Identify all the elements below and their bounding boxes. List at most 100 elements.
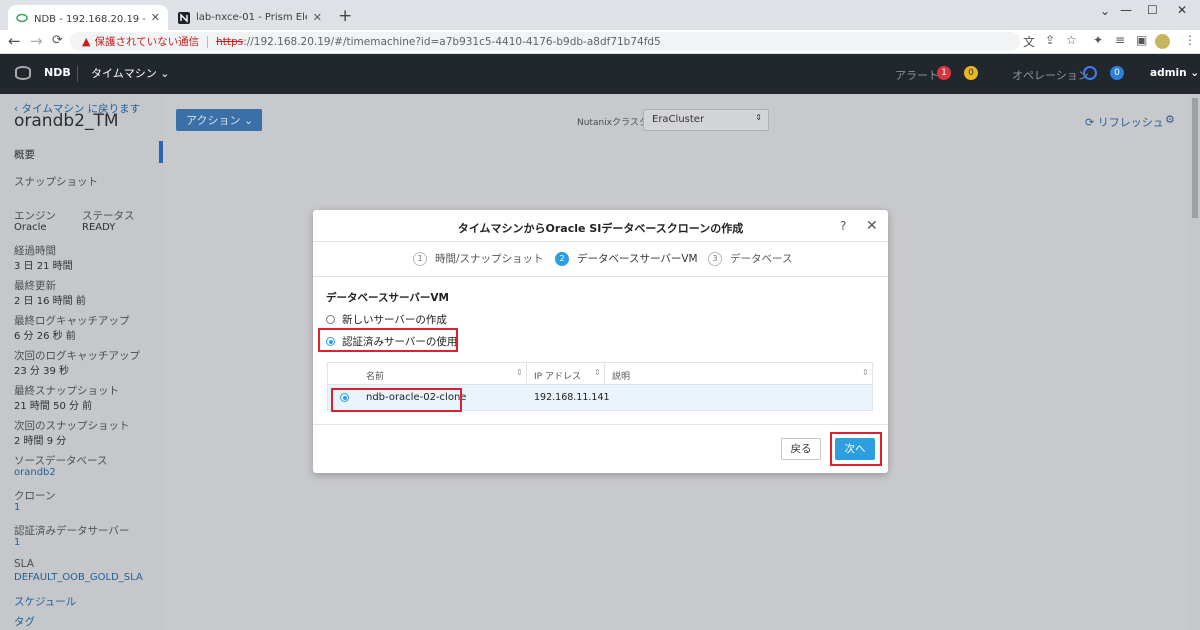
auth-servers-link[interactable]: 1 [14,537,20,548]
highlight-box [331,388,462,412]
share-icon[interactable]: ⇪ [1045,33,1055,47]
updated-label: 最終更新 [14,280,56,292]
wizard-step-1[interactable]: 1 時間/スナップショット [413,251,544,266]
sidebar-item-overview[interactable]: 概要 [14,147,35,162]
browser-menu-icon[interactable]: ⋮ [1184,33,1196,47]
tab-prism-element[interactable]: lab-nxce-01 - Prism Element ✕ [170,5,330,30]
back-arrow-icon[interactable]: ← [8,32,21,50]
schedule-link[interactable]: スケジュール [14,594,76,609]
divider [313,241,888,242]
url-scheme: https [216,35,244,48]
alerts-label[interactable]: アラート [895,67,939,83]
column-header-description[interactable]: 説明 [612,369,630,382]
extensions-icon[interactable]: ✦ [1093,33,1103,47]
security-warning-label[interactable]: 保護されていない通信 [94,34,199,49]
address-divider [207,35,209,48]
operations-label[interactable]: オペレーション [1012,67,1089,83]
clones-link[interactable]: 1 [14,502,20,513]
column-divider [526,363,527,385]
ndb-favicon-icon [16,13,28,22]
tab-close-icon[interactable]: ✕ [151,11,160,24]
next-log-value: 23 分 39 秒 [14,366,69,377]
section-title: データベースサーバーVM [326,292,449,304]
sort-icon[interactable]: ⇕ [516,368,523,377]
clone-wizard-dialog: タイムマシンからOracle SIデータベースクローンの作成 ? ✕ 1 時間/… [313,210,888,473]
alert-yellow-badge[interactable]: 0 [964,66,978,80]
tab-title: lab-nxce-01 - Prism Element [196,12,307,23]
gear-icon[interactable]: ⚙ [1165,113,1175,126]
refresh-button[interactable]: ⟳ リフレッシュ [1085,114,1164,130]
radio-new-server[interactable]: 新しいサーバーの作成 [326,312,447,327]
warning-triangle-icon[interactable]: ▲ [82,35,90,48]
step-number: 2 [555,251,569,266]
app-name[interactable]: NDB [44,66,71,79]
dialog-title: タイムマシンからOracle SIデータベースクローンの作成 [457,222,744,235]
tab-ndb[interactable]: NDB - 192.168.20.19 - タイムマシン ✕ [8,5,168,30]
radio-label: 新しいサーバーの作成 [342,314,447,326]
user-menu[interactable]: admin ⌄ [1150,67,1199,79]
profile-avatar[interactable] [1155,34,1170,49]
action-button[interactable]: アクション ⌄ [176,109,262,131]
window-close-button[interactable]: ✕ [1177,3,1187,17]
wizard-step-2[interactable]: 2 データベースサーバーVM [555,251,698,266]
sla-label: SLA [14,558,34,570]
help-icon[interactable]: ? [840,219,846,233]
translate-icon[interactable]: 文 [1023,33,1035,50]
last-log-label: 最終ログキャッチアップ [14,315,130,327]
new-tab-button[interactable]: + [338,6,352,26]
wizard-step-3[interactable]: 3 データベース [708,251,792,266]
timemachine-menu[interactable]: タイムマシン ⌄ [91,65,170,81]
engine-label: エンジン [14,210,56,222]
last-log-value: 6 分 26 秒 前 [14,331,76,342]
operations-badge[interactable]: 0 [1110,66,1124,80]
tab-close-icon[interactable]: ✕ [313,11,322,24]
browser-tab-strip: NDB - 192.168.20.19 - タイムマシン ✕ lab-nxce-… [0,0,1200,30]
updated-value: 2 日 16 時間 前 [14,296,86,307]
back-button[interactable]: 戻る [781,438,821,460]
auth-servers-label: 認証済みデータサーバー [14,525,130,537]
sort-icon[interactable]: ⇕ [594,368,601,377]
scrollbar-thumb[interactable] [1192,98,1198,218]
url-text: ://192.168.20.19/#/timemachine?id=a7b931… [243,35,661,48]
highlight-box [830,432,882,466]
address-bar[interactable]: ▲ 保護されていない通信 https ://192.168.20.19/#/ti… [70,32,1020,51]
minimize-button[interactable]: — [1120,3,1132,17]
divider [313,276,888,277]
column-header-name[interactable]: 名前 [366,369,384,382]
maximize-button[interactable]: ☐ [1147,3,1158,17]
cluster-label: Nutanixクラスタ [577,118,648,128]
clones-label: クローン [14,490,56,502]
step-label: データベースサーバーVM [577,253,698,265]
sort-icon[interactable]: ⇕ [862,368,869,377]
sidebar-item-snapshots[interactable]: スナップショット [14,174,98,189]
page-title: orandb2_TM [14,111,119,131]
status-value: READY [82,222,116,233]
reload-icon[interactable]: ⟳ [52,33,63,48]
forward-arrow-icon[interactable]: → [30,32,43,50]
active-nav-indicator [159,141,163,163]
tags-link[interactable]: タグ [14,614,35,629]
server-ip: 192.168.11.141 [534,392,610,403]
side-panel-icon[interactable]: ▣ [1136,33,1147,47]
step-number: 3 [708,251,722,266]
elapsed-value: 3 日 21 時間 [14,261,73,272]
cluster-select[interactable]: EraCluster ⇕ [643,109,769,131]
status-label: ステータス [82,210,135,222]
chevron-down-icon[interactable]: ⌄ [1100,4,1110,18]
alert-red-badge[interactable]: 1 [937,66,951,80]
next-snapshot-label: 次回のスナップショット [14,420,130,432]
bookmark-star-icon[interactable]: ☆ [1066,33,1077,47]
sla-link[interactable]: DEFAULT_OOB_GOLD_SLA [14,572,143,583]
radio-button[interactable] [326,315,335,324]
step-label: 時間/スナップショット [435,253,544,265]
source-db-link[interactable]: orandb2 [14,467,56,478]
step-number: 1 [413,251,427,266]
select-arrows-icon: ⇕ [755,113,762,122]
column-header-ip[interactable]: IP アドレス [534,369,581,382]
highlight-box [318,328,458,352]
engine-value: Oracle [14,222,47,233]
operations-spinner-icon [1083,66,1097,80]
close-icon[interactable]: ✕ [866,218,878,234]
reading-list-icon[interactable]: ≡ [1115,33,1125,47]
source-db-label: ソースデータベース [14,455,108,467]
